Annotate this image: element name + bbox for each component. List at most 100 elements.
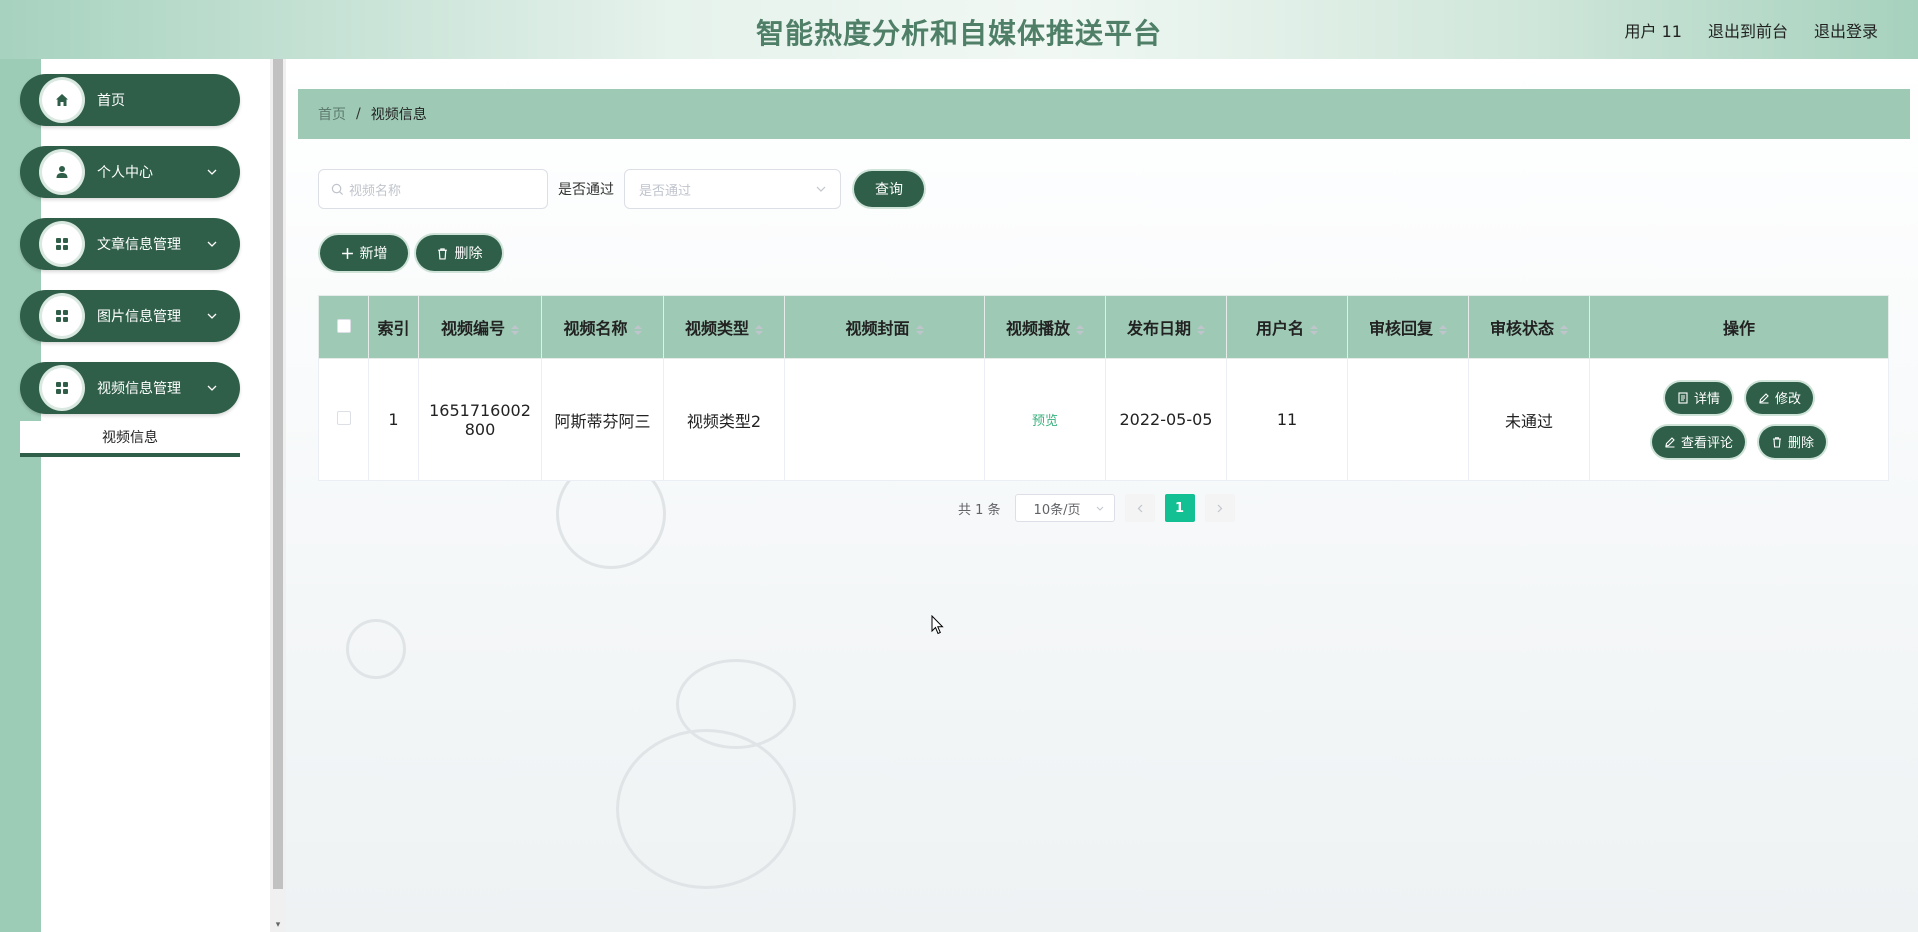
edit-button-label: 修改 [1775,392,1802,407]
table-header-row: 索引 视频编号 视频名称 视频类型 视频封面 视频播放 发布日期 用户名 审核回… [318,295,1889,359]
sort-icon[interactable] [1560,324,1568,335]
breadcrumb: 首页 / 视频信息 [298,89,1910,139]
add-button[interactable]: 新增 [320,235,408,271]
cell-video-cover [784,358,985,481]
search-bar: 视频名称 是否通过 是否通过 查询 [318,169,924,209]
grid-icon [42,368,82,408]
trash-icon [437,247,447,260]
prev-page-button[interactable] [1124,494,1155,522]
preview-link[interactable]: 预览 [1032,414,1058,429]
column-header-label: 视频名称 [563,319,628,338]
sidebar-item-article-management[interactable]: 文章信息管理 [20,218,240,270]
sidebar-item-image-management[interactable]: 图片信息管理 [20,290,240,342]
column-header[interactable]: 审核状态 [1468,295,1590,359]
pagination: 共 1 条 10条/页 1 [958,494,1235,522]
sort-icon[interactable] [915,324,924,335]
action-toolbar: 新增 删除 [320,235,502,271]
chevron-down-icon [206,385,218,391]
top-bar: 智能热度分析和自媒体推送平台 用户 11 退出到前台 退出登录 [0,0,1918,59]
sidebar: 首页 个人中心 文章信息管理 图片信息管理 视频信息管理 视频信息 [20,59,270,932]
add-button-label: 新增 [359,246,388,262]
column-header-label: 审核状态 [1489,319,1554,338]
sort-icon[interactable] [633,324,642,335]
row-delete-label: 删除 [1788,436,1815,451]
scrollbar-thumb[interactable] [273,59,283,889]
cell-operations: 详情 修改 查看评论 删除 [1589,358,1889,481]
scroll-down-arrow-icon[interactable]: ▾ [273,920,283,930]
main-content: 首页 / 视频信息 视频名称 是否通过 是否通过 查询 新增 删除 索引 视频编… [286,59,1918,932]
sidebar-item-video-management[interactable]: 视频信息管理 [20,362,240,414]
sort-icon[interactable] [511,324,519,335]
next-page-button[interactable] [1204,494,1235,522]
cell-video-type: 视频类型2 [663,358,785,481]
top-links: 用户 11 退出到前台 退出登录 [1625,18,1878,42]
view-comments-button[interactable]: 查看评论 [1651,425,1745,458]
sort-icon[interactable] [755,324,763,335]
chevron-down-icon [206,169,218,175]
video-name-search-input[interactable]: 视频名称 [318,169,548,209]
detail-button[interactable]: 详情 [1664,381,1732,414]
cell-status: 未通过 [1468,358,1590,481]
ops-row: 查看评论 删除 [1651,425,1827,458]
mouse-cursor-icon [931,614,945,639]
approval-filter-select[interactable]: 是否通过 [624,169,841,209]
search-placeholder: 视频名称 [349,183,402,199]
sidebar-item-label: 视频信息管理 [97,381,181,397]
column-header[interactable]: 视频封面 [784,295,985,359]
page-size-value: 10条/页 [1033,502,1081,518]
back-to-front-link[interactable]: 退出到前台 [1708,18,1788,42]
sort-icon[interactable] [1076,324,1084,335]
cell-video-no: 1651716002800 [418,358,542,481]
batch-delete-label: 删除 [454,246,483,262]
sort-icon[interactable] [1439,324,1447,335]
background-decoration [616,729,796,889]
chevron-down-icon [816,186,826,192]
row-checkbox[interactable] [336,411,351,425]
grid-icon [42,224,82,264]
sort-icon[interactable] [1197,324,1205,335]
breadcrumb-home[interactable]: 首页 [318,104,346,124]
sidebar-item-label: 文章信息管理 [97,237,181,253]
column-header-label: 视频编号 [440,319,505,338]
column-header: 操作 [1589,295,1889,359]
user-label[interactable]: 用户 11 [1625,18,1682,42]
column-header[interactable]: 视频类型 [663,295,785,359]
column-header[interactable]: 视频播放 [984,295,1106,359]
cell-index: 1 [368,358,419,481]
breadcrumb-separator: / [356,106,361,122]
breadcrumb-current: 视频信息 [370,107,427,123]
column-header[interactable]: 发布日期 [1105,295,1227,359]
chevron-down-icon [1096,506,1103,511]
chevron-down-icon [206,241,218,247]
column-header[interactable]: 视频编号 [418,295,542,359]
column-header[interactable]: 审核回复 [1347,295,1469,359]
row-delete-button[interactable]: 删除 [1759,425,1827,458]
sidebar-item-label: 首页 [97,93,125,109]
page-size-select[interactable]: 10条/页 [1014,494,1115,522]
sidebar-scrollbar[interactable]: ▾ [270,59,286,932]
column-header-label: 审核回复 [1368,319,1433,338]
video-table: 索引 视频编号 视频名称 视频类型 视频封面 视频播放 发布日期 用户名 审核回… [318,295,1889,481]
user-icon [42,152,82,192]
column-header-label: 视频类型 [684,319,749,338]
sidebar-item-home[interactable]: 首页 [20,74,240,126]
query-button[interactable]: 查询 [854,171,924,207]
select-all-checkbox[interactable] [336,318,351,333]
pagination-total: 共 1 条 [958,502,1001,518]
column-header[interactable]: 用户名 [1226,295,1348,359]
logout-link[interactable]: 退出登录 [1814,18,1878,42]
chevron-right-icon [1217,504,1222,512]
ops-row: 详情 修改 [1664,381,1814,414]
batch-delete-button[interactable]: 删除 [416,235,502,271]
select-placeholder: 是否通过 [639,183,692,199]
page-number-button[interactable]: 1 [1164,494,1195,522]
edit-button[interactable]: 修改 [1746,381,1814,414]
sort-icon[interactable] [1310,324,1318,335]
sidebar-item-personal-center[interactable]: 个人中心 [20,146,240,198]
trash-icon [1773,436,1781,448]
column-header-label: 用户名 [1255,319,1304,338]
column-header[interactable]: 视频名称 [541,295,664,359]
sidebar-subitem-video-info[interactable]: 视频信息 [20,421,240,457]
home-icon [42,80,82,120]
plus-icon [341,247,353,259]
